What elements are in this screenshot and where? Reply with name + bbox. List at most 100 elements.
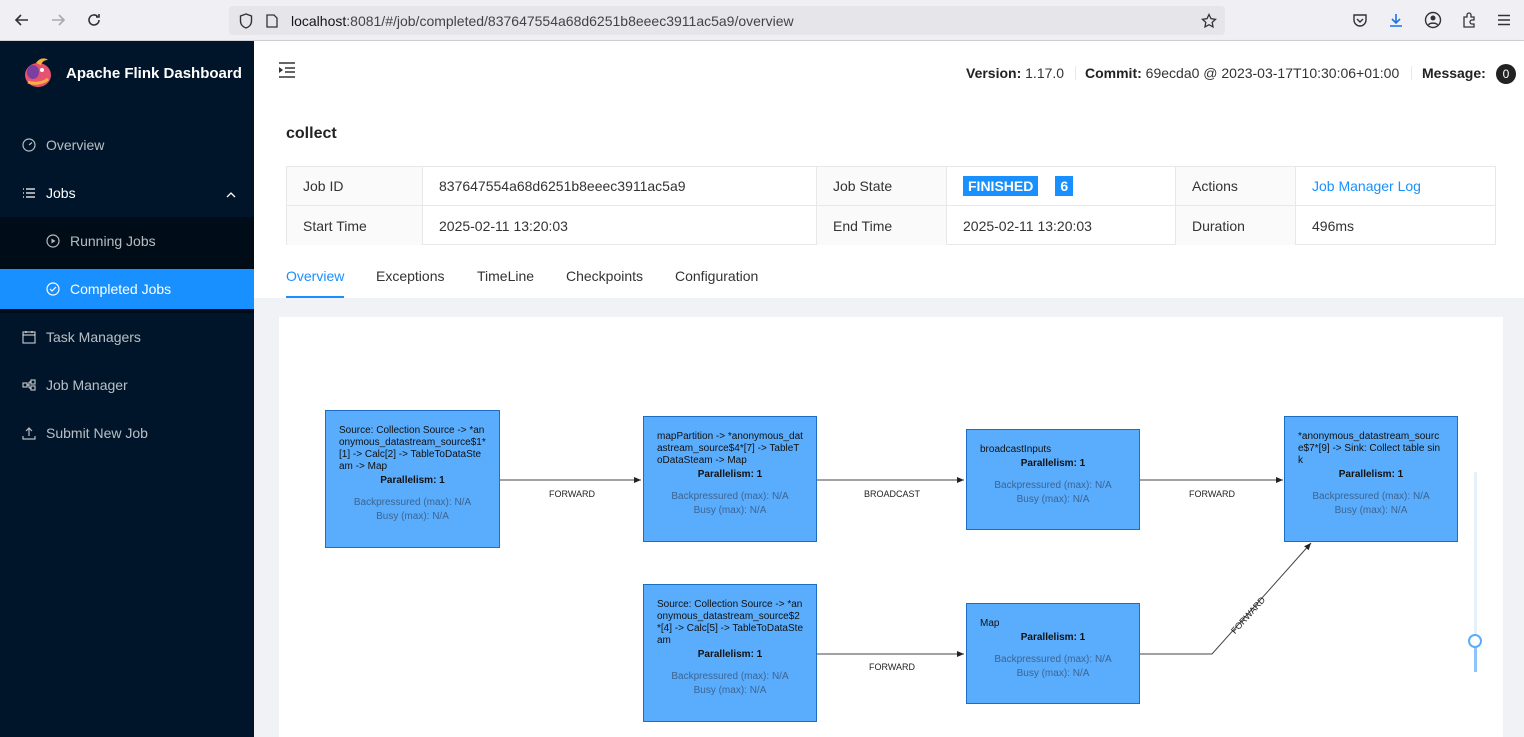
- menu-icon[interactable]: [1493, 9, 1515, 31]
- divider: [1411, 66, 1412, 80]
- node-backpressure: Backpressured (max): N/A: [671, 491, 789, 502]
- node-busy: Busy (max): N/A: [693, 505, 767, 516]
- node-backpressure: Backpressured (max): N/A: [994, 654, 1112, 665]
- graph-node[interactable]: broadcastInputs Parallelism: 1 Backpress…: [966, 429, 1140, 530]
- top-header: Version: 1.17.0 Commit: 69ecda0 @ 2023-0…: [254, 41, 1524, 105]
- cluster-icon: [22, 378, 36, 392]
- job-name: collect: [286, 125, 337, 142]
- graph-node[interactable]: Source: Collection Source -> *anonymous_…: [643, 584, 817, 722]
- task-count-badge: 6: [1055, 176, 1074, 196]
- url-host: localhost: [291, 13, 347, 29]
- message-label: Message:: [1422, 65, 1486, 81]
- bookmark-star-icon[interactable]: [1200, 12, 1218, 30]
- version-info: Version: 1.17.0: [966, 65, 1064, 81]
- node-busy: Busy (max): N/A: [1016, 668, 1090, 679]
- browser-toolbar: localhost:8081/#/job/completed/837647554…: [0, 0, 1524, 41]
- sidebar-item-jobs[interactable]: Jobs: [0, 173, 254, 213]
- job-state-badge: FINISHED: [963, 176, 1039, 196]
- sidebar-item-overview[interactable]: Overview: [0, 125, 254, 165]
- actions-label: Actions: [1176, 167, 1296, 206]
- dashboard-icon: [22, 138, 36, 152]
- node-parallelism: Parallelism: 1: [697, 469, 763, 480]
- zoom-slider-handle[interactable]: [1468, 634, 1482, 648]
- tab-configuration[interactable]: Configuration: [675, 268, 758, 284]
- sidebar-item-label: Submit New Job: [46, 425, 148, 441]
- brand-title: Apache Flink Dashboard: [66, 64, 242, 82]
- edge-label: FORWARD: [1189, 489, 1235, 499]
- forward-icon[interactable]: [45, 8, 71, 32]
- shield-icon[interactable]: [237, 12, 255, 30]
- sidebar-item-running-jobs[interactable]: Running Jobs: [0, 221, 254, 261]
- node-name: Source: Collection Source -> *anonymous_…: [657, 599, 804, 646]
- sidebar-item-completed-jobs[interactable]: Completed Jobs: [0, 269, 254, 309]
- node-backpressure: Backpressured (max): N/A: [994, 480, 1112, 491]
- node-busy: Busy (max): N/A: [693, 685, 767, 696]
- menu-fold-icon[interactable]: [278, 62, 296, 81]
- node-busy: Busy (max): N/A: [1334, 505, 1408, 516]
- check-circle-icon: [46, 282, 60, 296]
- graph-node[interactable]: Map Parallelism: 1 Backpressured (max): …: [966, 603, 1140, 704]
- edge-line: [1140, 542, 1312, 655]
- graph-node[interactable]: mapPartition -> *anonymous_datastream_so…: [643, 416, 817, 542]
- brand[interactable]: Apache Flink Dashboard: [22, 55, 242, 91]
- node-backpressure: Backpressured (max): N/A: [671, 671, 789, 682]
- graph-node[interactable]: *anonymous_datastream_source$7*[9] -> Si…: [1284, 416, 1458, 542]
- job-state-label: Job State: [817, 167, 947, 206]
- sidebar-item-task-managers[interactable]: Task Managers: [0, 317, 254, 357]
- duration-value: 496ms: [1312, 217, 1355, 234]
- pocket-icon[interactable]: [1349, 9, 1371, 31]
- sidebar-item-label: Task Managers: [46, 329, 141, 345]
- account-icon[interactable]: [1422, 9, 1444, 31]
- message-count-badge[interactable]: 0: [1496, 64, 1516, 84]
- node-backpressure: Backpressured (max): N/A: [1312, 491, 1430, 502]
- node-busy: Busy (max): N/A: [376, 511, 449, 522]
- reload-icon[interactable]: [81, 8, 107, 32]
- url-text: localhost:8081/#/job/completed/837647554…: [291, 13, 794, 29]
- tab-overview[interactable]: Overview: [286, 268, 344, 284]
- flink-logo-icon: [25, 58, 51, 87]
- job-manager-log-link[interactable]: Job Manager Log: [1312, 178, 1421, 194]
- sidebar-item-submit-new-job[interactable]: Submit New Job: [0, 413, 254, 453]
- sidebar-item-label: Running Jobs: [70, 233, 156, 249]
- sidebar-item-label: Overview: [46, 137, 105, 153]
- tab-checkpoints[interactable]: Checkpoints: [566, 268, 643, 284]
- node-backpressure: Backpressured (max): N/A: [353, 497, 472, 508]
- node-name: *anonymous_datastream_source$7*[9] -> Si…: [1298, 431, 1441, 466]
- duration-label: Duration: [1176, 206, 1296, 245]
- edge-label: BROADCAST: [864, 489, 921, 499]
- back-icon[interactable]: [9, 8, 35, 32]
- node-parallelism: Parallelism: 1: [697, 649, 763, 660]
- node-name: Map: [980, 618, 1000, 629]
- edge-label: FORWARD: [869, 662, 915, 672]
- start-time-value: 2025-02-11 13:20:03: [423, 206, 817, 245]
- version-value: 1.17.0: [1025, 65, 1065, 81]
- job-id-value: 837647554a68d6251b8eeec3911ac5a9: [423, 167, 817, 206]
- node-parallelism: Parallelism: 1: [1020, 458, 1086, 469]
- node-name: broadcastInputs: [980, 444, 1052, 455]
- sidebar-item-label: Job Manager: [46, 377, 128, 393]
- main-content: collect Job ID 837647554a68d6251b8eeec39…: [254, 105, 1524, 737]
- job-summary-panel: collect Job ID 837647554a68d6251b8eeec39…: [254, 105, 1524, 298]
- sidebar-item-label: Jobs: [46, 185, 76, 201]
- commit-value: 69ecda0 @ 2023-03-17T10:30:06+01:00: [1145, 65, 1400, 81]
- extensions-icon[interactable]: [1458, 9, 1480, 31]
- sidebar-item-job-manager[interactable]: Job Manager: [0, 365, 254, 405]
- version-label: Version:: [966, 65, 1022, 81]
- edge-label: FORWARD: [549, 489, 595, 499]
- address-bar[interactable]: localhost:8081/#/job/completed/837647554…: [229, 6, 1225, 35]
- sidebar: Apache Flink Dashboard Overview Jobs Run…: [0, 41, 254, 737]
- play-circle-icon: [46, 234, 60, 248]
- tab-timeline[interactable]: TimeLine: [477, 268, 534, 284]
- job-id-label: Job ID: [287, 167, 423, 206]
- message-info[interactable]: Message:: [1422, 65, 1486, 81]
- upload-icon: [22, 426, 36, 440]
- job-graph[interactable]: FORWARD BROADCAST FORWARD FORWARD FORWAR…: [279, 317, 1503, 737]
- page-icon[interactable]: [263, 12, 281, 30]
- node-parallelism: Parallelism: 1: [1338, 469, 1404, 480]
- sidebar-item-label: Completed Jobs: [70, 281, 172, 297]
- node-parallelism: Parallelism: 1: [380, 475, 445, 486]
- tab-exceptions[interactable]: Exceptions: [376, 268, 444, 284]
- download-icon[interactable]: [1385, 9, 1407, 31]
- graph-node[interactable]: Source: Collection Source -> *anonymous_…: [325, 410, 500, 548]
- job-descriptions: Job ID 837647554a68d6251b8eeec3911ac5a9 …: [286, 166, 1496, 245]
